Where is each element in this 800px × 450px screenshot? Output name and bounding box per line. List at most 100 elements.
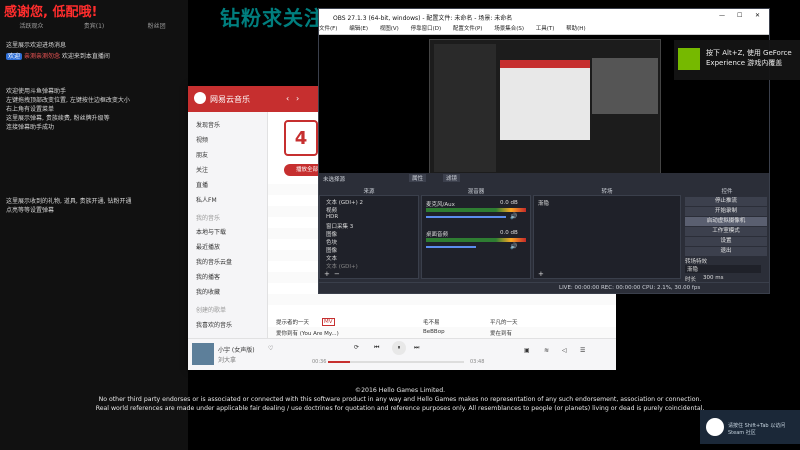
- transition-item[interactable]: 渐隐: [538, 199, 549, 207]
- back-icon[interactable]: ‹: [286, 94, 289, 103]
- tab-fan-club[interactable]: 粉丝团: [125, 20, 188, 34]
- source-item[interactable]: 窗口采集 3: [326, 222, 353, 230]
- table-row[interactable]: 爱你到有 (You Are My...) BeBBop 爱在到有: [268, 327, 616, 338]
- progress-track[interactable]: [328, 361, 464, 363]
- stop-stream-button[interactable]: 停止推流: [685, 197, 767, 206]
- sidebar-section-playlists: 创建的歌单: [196, 307, 227, 314]
- song-album[interactable]: 平凡的一天: [490, 318, 518, 326]
- add-transition-icon[interactable]: +: [538, 270, 544, 278]
- sidebar-item-liked[interactable]: 我喜欢的音乐: [196, 320, 232, 329]
- volume-meter: [426, 208, 526, 212]
- forward-icon[interactable]: ›: [296, 94, 299, 103]
- transition-effect-label: 转场特效: [685, 259, 708, 265]
- sidebar-item-video[interactable]: 视频: [196, 135, 208, 144]
- sidebar-section-my-music: 我的音乐: [196, 215, 221, 222]
- quality-icon[interactable]: ▣: [524, 347, 530, 354]
- calendar-icon: 4: [284, 120, 318, 156]
- like-icon[interactable]: ♡: [268, 345, 273, 352]
- sidebar-item-local[interactable]: 本地与下载: [196, 227, 226, 236]
- preview-panel: [434, 44, 496, 172]
- dock-sources-title: 来源: [363, 189, 375, 195]
- sidebar-item-follow[interactable]: 关注: [196, 165, 208, 174]
- effect-icon[interactable]: ≋: [544, 347, 549, 354]
- source-item[interactable]: 图像: [326, 246, 337, 254]
- source-item[interactable]: 文本 (GDI+): [326, 262, 358, 270]
- volume-icon[interactable]: ◁: [562, 347, 567, 354]
- sidebar-item-collection[interactable]: 我的收藏: [196, 287, 220, 296]
- obs-menubar: 文件(F) 编辑(E) 视图(V) 停靠窗口(D) 配置文件(P) 场景集合(S…: [319, 24, 769, 35]
- obs-title: OBS 27.1.3 (64-bit, windows) - 配置文件: 未命名…: [333, 15, 513, 22]
- pause-button[interactable]: ⏸: [392, 341, 406, 355]
- menu-docks[interactable]: 停靠窗口(D): [411, 26, 442, 32]
- minimize-icon[interactable]: —: [719, 12, 725, 19]
- welcome-notice: 这里展示欢迎进场消息: [6, 42, 67, 49]
- next-icon[interactable]: ⏭: [414, 344, 419, 352]
- menu-view[interactable]: 视图(V): [380, 26, 399, 32]
- sidebar-item-friends[interactable]: 朋友: [196, 150, 208, 159]
- welcome-badge: 欢迎: [6, 53, 23, 60]
- song-artist[interactable]: 毛不易: [423, 318, 440, 326]
- song-album[interactable]: 爱在到有: [490, 329, 512, 337]
- add-source-icon[interactable]: +: [324, 270, 330, 278]
- source-item[interactable]: 色块: [326, 238, 337, 246]
- source-item[interactable]: 文本: [326, 254, 337, 262]
- volume-slider[interactable]: [426, 246, 476, 248]
- maximize-icon[interactable]: ☐: [737, 12, 742, 19]
- menu-tools[interactable]: 工具(T): [536, 26, 555, 32]
- sidebar-item-live[interactable]: 直播: [196, 180, 208, 189]
- menu-help[interactable]: 帮助(H): [566, 26, 585, 32]
- now-playing-title: 小宇 (女声版): [218, 347, 255, 354]
- status-text: LIVE: 00:00:00 REC: 00:00:00 CPU: 2.1%, …: [559, 285, 701, 291]
- tab-active-audience[interactable]: 活跃观众: [0, 20, 63, 34]
- source-item[interactable]: 图像: [326, 230, 337, 238]
- menu-profile[interactable]: 配置文件(P): [453, 26, 483, 32]
- source-toolbar: 未选择源 属性 滤镜: [319, 173, 769, 183]
- sidebar-item-discover[interactable]: 发现音乐: [196, 120, 220, 129]
- album-cover[interactable]: [192, 343, 214, 365]
- close-icon[interactable]: ✕: [755, 12, 760, 19]
- danmaku-tabs: 活跃观众 贵宾(1) 粉丝团: [0, 20, 188, 34]
- song-artist[interactable]: BeBBop: [423, 329, 445, 335]
- source-item[interactable]: 视频: [326, 206, 337, 214]
- settings-button[interactable]: 设置: [685, 237, 767, 246]
- menu-file[interactable]: 文件(F): [319, 26, 337, 32]
- prev-icon[interactable]: ⏮: [374, 344, 379, 352]
- duration-value[interactable]: 300 ms: [703, 275, 723, 281]
- table-row[interactable]: 提示者的一天 MV 毛不易 平凡的一天: [268, 316, 616, 327]
- help-line: 连接弹幕助手成功: [6, 124, 55, 131]
- preview-canvas: [429, 39, 661, 175]
- source-item[interactable]: 文本 (GDI+) 2: [326, 198, 363, 206]
- properties-button[interactable]: 属性: [409, 174, 427, 182]
- loop-icon[interactable]: ⟳: [354, 344, 359, 351]
- help-line: 右上角有设置菜单: [6, 106, 55, 113]
- menu-edit[interactable]: 编辑(E): [349, 26, 368, 32]
- exit-button[interactable]: 退出: [685, 247, 767, 256]
- transition-select[interactable]: 渐隐: [685, 265, 761, 273]
- steam-logo-icon: [706, 418, 724, 436]
- studio-mode-button[interactable]: 工作室模式: [685, 227, 767, 236]
- volume-slider[interactable]: [426, 216, 506, 218]
- virtual-camera-button[interactable]: 启动虚拟摄像机: [685, 217, 767, 226]
- netease-sidebar: 发现音乐 视频 朋友 关注 直播 私人FM 我的音乐 本地与下载 最近播放 我的…: [188, 112, 268, 338]
- mute-icon[interactable]: 🔊: [510, 213, 517, 220]
- menu-scene-collection[interactable]: 场景集合(S): [494, 26, 524, 32]
- sidebar-item-recent[interactable]: 最近播放: [196, 242, 220, 251]
- start-record-button[interactable]: 开始录制: [685, 207, 767, 216]
- playlist-icon[interactable]: ☰: [580, 347, 585, 354]
- player-bar: 小宇 (女声版) 刘大拿 ♡ ⟳ ⏮ ⏸ ⏭ 00:36 03:48 ▣ ≋ ◁…: [188, 338, 616, 370]
- mute-icon[interactable]: 🔊: [510, 243, 517, 250]
- sidebar-item-fm[interactable]: 私人FM: [196, 195, 217, 204]
- source-item[interactable]: HDR: [326, 214, 338, 220]
- mv-badge[interactable]: MV: [322, 318, 335, 326]
- filters-button[interactable]: 滤镜: [443, 174, 461, 182]
- sidebar-item-podcast[interactable]: 我的播客: [196, 272, 220, 281]
- legal-line: ©2016 Hello Games Limited.: [354, 387, 446, 394]
- table-row[interactable]: [268, 294, 616, 305]
- preview-netease-bar: [500, 60, 590, 68]
- volume-meter: [426, 238, 526, 242]
- sidebar-item-cloud[interactable]: 我的音乐云盘: [196, 257, 232, 266]
- help-line: 欢迎使用斗鱼弹幕助手: [6, 88, 67, 95]
- danmaku-panel: 感谢您, 低配哦! 活跃观众 贵宾(1) 粉丝团 这里展示欢迎进场消息 欢迎 亲…: [0, 0, 188, 450]
- tab-vip[interactable]: 贵宾(1): [63, 20, 126, 34]
- remove-source-icon[interactable]: −: [334, 270, 340, 278]
